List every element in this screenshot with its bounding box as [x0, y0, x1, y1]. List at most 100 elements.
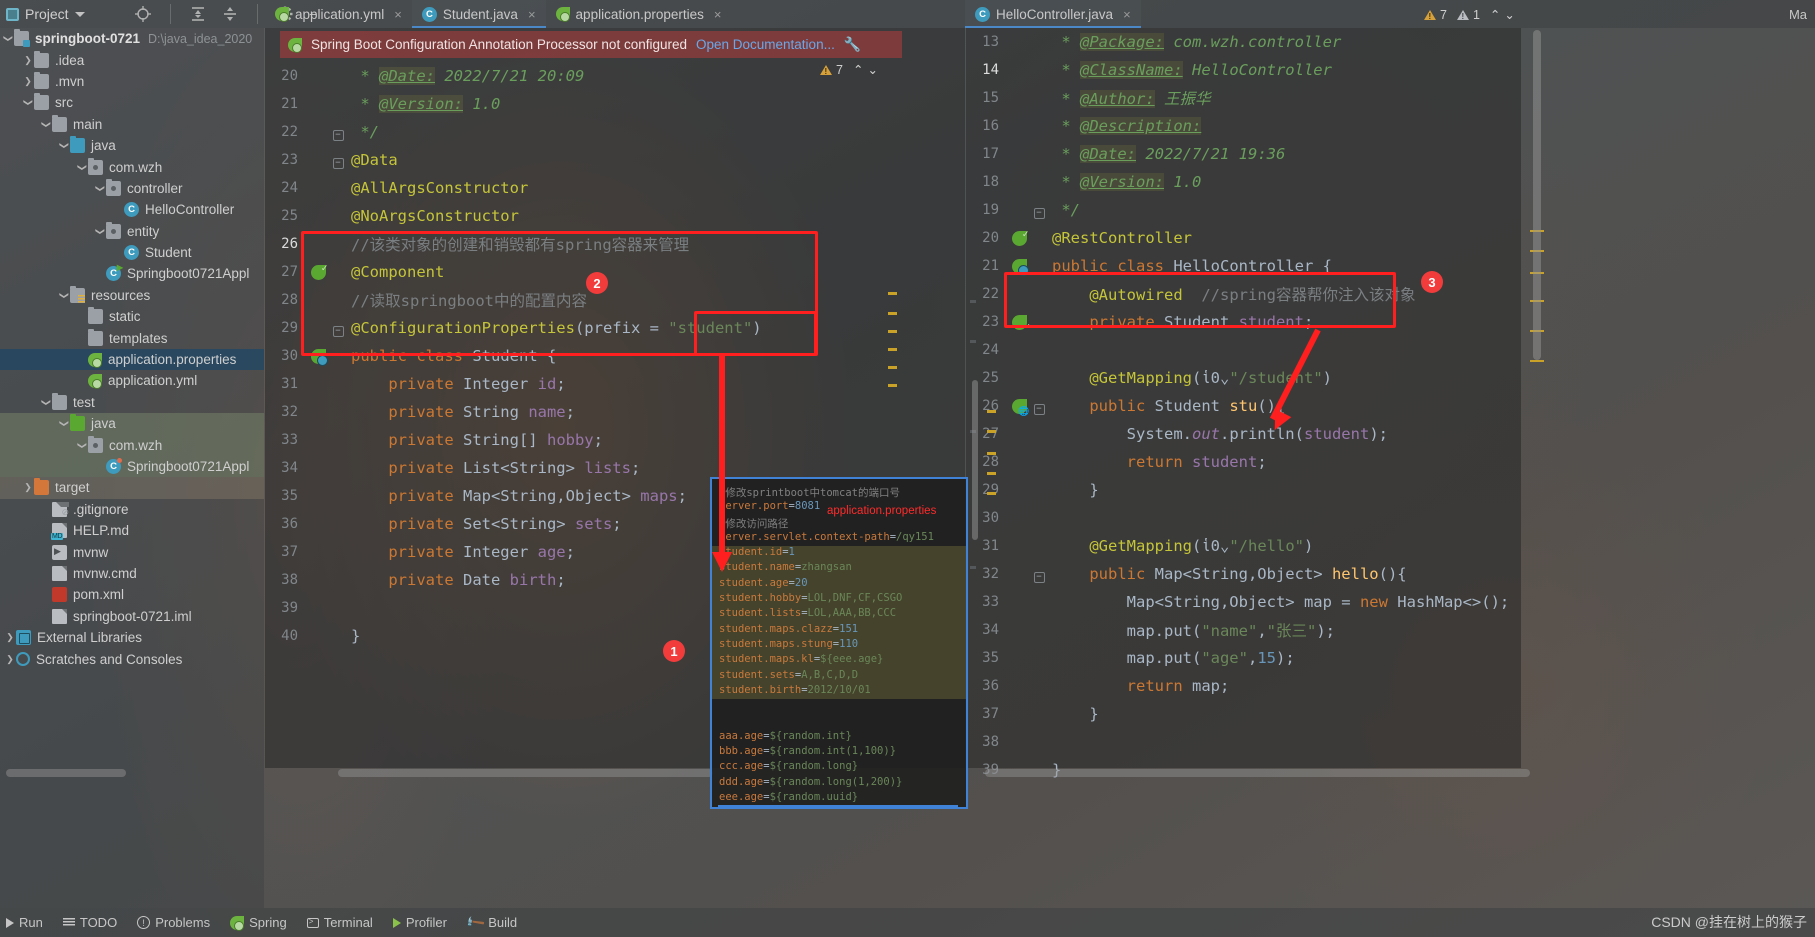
- prev-problem-icon[interactable]: ⌃: [853, 62, 863, 77]
- tree-item-mvnw[interactable]: mvnw: [0, 541, 264, 562]
- code-line[interactable]: 26− public Student stu(){: [966, 392, 1521, 420]
- code-line[interactable]: 19 − */: [966, 196, 1521, 224]
- maven-tool-window-button[interactable]: Ma: [1789, 0, 1815, 28]
- tree-item-mvnw-cmd[interactable]: mvnw.cmd: [0, 563, 264, 584]
- code-line[interactable]: 29 − @ConfigurationProperties(prefix = "st…: [265, 314, 965, 342]
- tree-item-external-libraries[interactable]: External Libraries: [0, 627, 264, 648]
- chevron-down-icon[interactable]: [40, 397, 52, 408]
- code-line[interactable]: 37 }: [966, 700, 1521, 728]
- properties-line[interactable]: [712, 714, 966, 729]
- left-editor-hscrollbar[interactable]: [338, 769, 713, 777]
- tree-item-student[interactable]: C Student: [0, 242, 264, 263]
- code-line[interactable]: 27 System.out.println(student);: [966, 420, 1521, 448]
- locate-icon[interactable]: [134, 5, 152, 23]
- code-line[interactable]: 32 − public Map<String,Object> hello(){: [966, 560, 1521, 588]
- next-problem-icon[interactable]: ⌄: [1504, 7, 1514, 22]
- code-line[interactable]: 26 //该类对象的创建和销毁都有spring容器来管理: [265, 230, 965, 258]
- application-properties-popup[interactable]: #修改sprintboot中tomcat的端口号 server.port=8081…: [710, 477, 968, 809]
- code-folding-marker[interactable]: −: [1032, 201, 1046, 219]
- close-icon[interactable]: ×: [1123, 7, 1131, 22]
- code-line[interactable]: 28 return student;: [966, 448, 1521, 476]
- bottom-item-spring[interactable]: Spring: [230, 915, 287, 931]
- tree-item-static[interactable]: static: [0, 306, 264, 327]
- code-line[interactable]: 33 Map<String,Object> map = new HashMap<…: [966, 588, 1521, 616]
- chevron-down-icon[interactable]: [74, 11, 85, 17]
- close-icon[interactable]: ×: [394, 7, 402, 22]
- tree-item-resources[interactable]: resources: [0, 285, 264, 306]
- code-line[interactable]: 24: [966, 336, 1521, 364]
- code-line[interactable]: 23 private Student student;: [966, 308, 1521, 336]
- tree-item-idea[interactable]: .idea: [0, 49, 264, 70]
- properties-line[interactable]: student.maps.kl=${eee.age}: [712, 653, 966, 669]
- code-line[interactable]: 25 @GetMapping(ἱ0⌄"/student"): [966, 364, 1521, 392]
- tree-item-src[interactable]: src: [0, 92, 264, 113]
- tree-item-pom-xml[interactable]: pom.xml: [0, 584, 264, 605]
- tree-item-controller[interactable]: controller: [0, 178, 264, 199]
- code-line[interactable]: 31 @GetMapping(ἱ0⌄"/hello"): [966, 532, 1521, 560]
- properties-line[interactable]: eee.age=${random.uuid}: [712, 791, 966, 806]
- next-problem-icon[interactable]: ⌄: [867, 62, 877, 77]
- tree-item-gitignore[interactable]: .gitignore: [0, 499, 264, 520]
- tree-item-springboot0721appl[interactable]: CSpringboot0721Appl: [0, 263, 264, 284]
- code-line[interactable]: 27 @Component: [265, 258, 965, 286]
- chevron-right-icon[interactable]: [4, 654, 16, 665]
- code-line[interactable]: 22 − */: [265, 118, 965, 146]
- code-line[interactable]: 16 * @Description:: [966, 112, 1521, 140]
- properties-line[interactable]: ccc.age=${random.long}: [712, 760, 966, 775]
- properties-line[interactable]: student.name=zhangsan: [712, 561, 966, 577]
- expand-all-icon[interactable]: [189, 5, 207, 23]
- editor-hellocontroller-java[interactable]: 13 * @Package: com.wzh.controller 14 * @C…: [966, 28, 1521, 779]
- tree-item-application-properties[interactable]: application.properties: [0, 348, 264, 371]
- spring-bean-class-gutter-icon[interactable]: [310, 348, 328, 366]
- chevron-down-icon[interactable]: [94, 226, 106, 237]
- code-folding-marker[interactable]: −: [1032, 565, 1046, 583]
- bottom-item-problems[interactable]: ! Problems: [137, 915, 210, 930]
- properties-line[interactable]: [712, 699, 966, 714]
- spring-bean-check-gutter-icon[interactable]: [310, 263, 328, 280]
- tree-item-java[interactable]: java: [0, 413, 264, 435]
- code-folding-marker[interactable]: −: [331, 319, 345, 337]
- chevron-down-icon[interactable]: [22, 97, 34, 108]
- code-line[interactable]: 25 @NoArgsConstructor: [265, 202, 965, 230]
- spring-autowired-gutter-icon[interactable]: [1011, 314, 1030, 332]
- tree-item-hellocontroller[interactable]: C HelloController: [0, 199, 264, 220]
- right-editor-hscrollbar[interactable]: [985, 769, 1530, 777]
- code-folding-marker[interactable]: −: [1032, 397, 1046, 415]
- properties-line[interactable]: student.sets=A,B,C,D,D: [712, 668, 966, 684]
- code-line[interactable]: 24 @AllArgsConstructor: [265, 174, 965, 202]
- code-line[interactable]: 30: [966, 504, 1521, 532]
- wrench-icon[interactable]: 🔧: [844, 36, 861, 53]
- code-line[interactable]: 18 * @Version: 1.0: [966, 168, 1521, 196]
- tree-item-application-yml[interactable]: application.yml: [0, 370, 264, 391]
- properties-line[interactable]: aaa.age=${random.int}: [712, 730, 966, 745]
- tree-item-target[interactable]: target: [0, 477, 264, 499]
- code-line[interactable]: 15 * @Author: 王振华: [966, 84, 1521, 112]
- code-line[interactable]: 14 * @ClassName: HelloController: [966, 56, 1521, 84]
- tab-hellocontroller-java[interactable]: C HelloController.java ×: [965, 0, 1141, 28]
- tree-item-springboot0721appl[interactable]: CSpringboot0721Appl: [0, 455, 264, 478]
- chevron-down-icon[interactable]: [2, 33, 14, 44]
- properties-line[interactable]: bbb.age=${random.int(1,100)}: [712, 745, 966, 760]
- close-icon[interactable]: ×: [714, 7, 722, 22]
- properties-line[interactable]: student.age=20: [712, 576, 966, 593]
- prev-problem-icon[interactable]: ⌃: [1490, 7, 1500, 22]
- code-line[interactable]: 35 map.put("age",15);: [966, 644, 1521, 672]
- left-inspection-widget[interactable]: 7 ⌃ ⌄: [820, 62, 878, 77]
- spring-endpoint-gutter-icon[interactable]: [1011, 398, 1030, 417]
- tree-item-java[interactable]: java: [0, 135, 264, 156]
- code-line[interactable]: 23 − @Data: [265, 146, 965, 174]
- code-line[interactable]: 20 @RestController: [966, 224, 1521, 252]
- spring-bean-check-gutter-icon[interactable]: [1011, 229, 1029, 246]
- code-line[interactable]: 13 * @Package: com.wzh.controller: [966, 28, 1521, 56]
- tree-item-scratches-and-consoles[interactable]: Scratches and Consoles: [0, 648, 264, 669]
- bottom-item-todo[interactable]: TODO: [62, 915, 117, 930]
- properties-line[interactable]: #修改sprintboot中tomcat的端口号: [712, 485, 966, 500]
- code-folding-marker[interactable]: −: [331, 123, 345, 141]
- tab-application-properties[interactable]: application.properties ×: [546, 0, 732, 28]
- chevron-right-icon[interactable]: [22, 76, 34, 87]
- bottom-item-profiler[interactable]: Profiler: [392, 915, 447, 930]
- right-editor-scrollbar[interactable]: [1533, 30, 1541, 360]
- code-line[interactable]: 29 }: [966, 476, 1521, 504]
- properties-line[interactable]: student.birth=2012/10/01: [712, 683, 966, 700]
- right-inspection-widget[interactable]: 7 1 ⌃ ⌄: [1424, 7, 1515, 22]
